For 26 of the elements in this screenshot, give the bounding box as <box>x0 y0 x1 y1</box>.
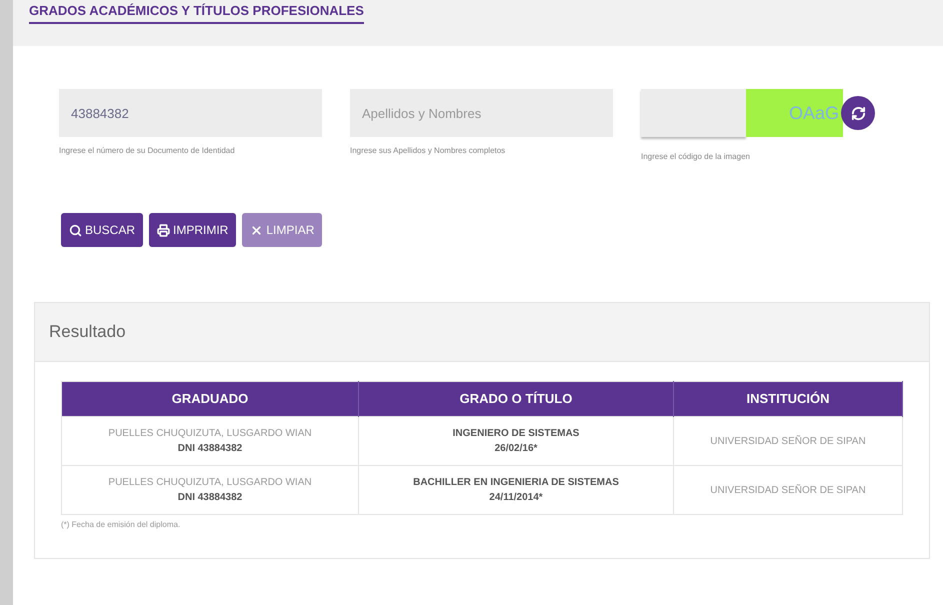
action-button[interactable]: IMPRIMIR <box>149 213 236 247</box>
input-field[interactable]: 43884382 <box>59 89 322 137</box>
footnote: (*) Fecha de emisión del diploma. <box>61 519 180 531</box>
captcha-input-field[interactable] <box>641 89 746 137</box>
refresh-button[interactable] <box>841 96 875 130</box>
print-icon <box>157 224 170 236</box>
help-text: Ingrese sus Apellidos y Nombres completos <box>350 145 506 157</box>
help-text: Ingrese el número de su Documento de Identidad <box>59 145 236 157</box>
input-field[interactable]: Apellidos y Nombres <box>350 89 613 137</box>
column-header: GRADO O TÍTULO <box>358 382 674 416</box>
table-cell: UNIVERSIDAD SEÑOR DE SIPAN <box>674 466 902 514</box>
table-cell: PUELLES CHUQUIZUTA, LUSGARDO WIAN DNI 43884382 <box>62 416 358 466</box>
table-cell: BACHILLER EN INGENIERIA DE SISTEMAS 24/11/2014* <box>358 466 674 514</box>
table-cell: INGENIERO DE SISTEMAS 26/02/16* <box>358 416 674 466</box>
column-header: GRADUADO <box>62 382 358 416</box>
column-header: INSTITUCIÓN <box>674 382 902 416</box>
panel-title: Resultado <box>49 321 126 344</box>
refresh-icon <box>850 106 866 120</box>
search-icon <box>69 224 82 236</box>
clear-icon <box>250 224 264 236</box>
captcha-image: OAaG <box>746 89 843 137</box>
section-tab[interactable]: GRADOS ACADÉMICOS Y TÍTULOS PROFESIONALES <box>29 1 364 24</box>
action-button[interactable]: BUSCAR <box>61 213 144 247</box>
table-cell: PUELLES CHUQUIZUTA, LUSGARDO WIAN DNI 43884382 <box>62 466 358 514</box>
help-text: Ingrese el código de la imagen <box>641 151 751 163</box>
table-cell: UNIVERSIDAD SEÑOR DE SIPAN <box>674 416 902 466</box>
